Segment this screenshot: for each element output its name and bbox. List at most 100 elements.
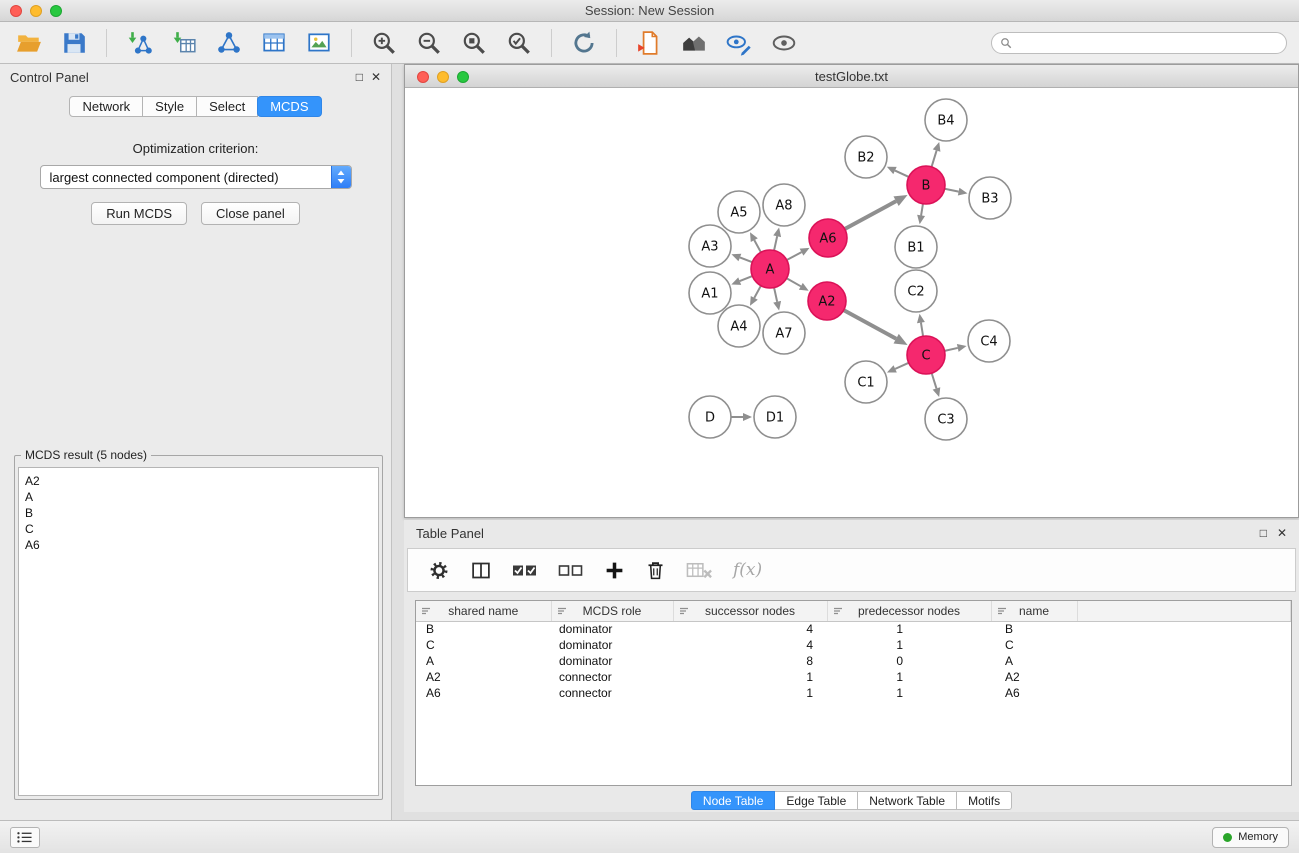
criterion-dropdown[interactable]: largest connected component (directed) bbox=[40, 165, 352, 189]
table-cell[interactable]: C bbox=[991, 637, 1077, 653]
result-item[interactable]: A bbox=[25, 489, 372, 505]
table-cell[interactable]: 1 bbox=[827, 685, 991, 701]
table-cell[interactable]: dominator bbox=[551, 637, 673, 653]
graph-edge[interactable] bbox=[895, 363, 908, 369]
tab-select[interactable]: Select bbox=[196, 96, 258, 117]
show-columns-button[interactable] bbox=[470, 560, 492, 581]
table-cell[interactable]: 1 bbox=[673, 669, 827, 685]
zoom-network-window-button[interactable] bbox=[457, 71, 469, 83]
function-builder-button[interactable]: f(x) bbox=[733, 560, 762, 580]
graph-edge[interactable] bbox=[754, 286, 761, 298]
column-header-predecessor-nodes[interactable]: predecessor nodes bbox=[827, 601, 991, 621]
graph-edge[interactable] bbox=[740, 257, 752, 262]
zoom-fit-button[interactable] bbox=[457, 27, 491, 59]
import-network-button[interactable] bbox=[122, 27, 156, 59]
home-view-button[interactable] bbox=[677, 27, 711, 59]
deselect-all-columns-button[interactable] bbox=[558, 560, 584, 581]
table-cell[interactable]: 0 bbox=[827, 653, 991, 669]
run-mcds-button[interactable]: Run MCDS bbox=[91, 202, 187, 225]
graph-edge[interactable] bbox=[774, 288, 777, 302]
table-row[interactable]: A2connector11A2 bbox=[416, 669, 1291, 685]
new-network-button[interactable] bbox=[212, 27, 246, 59]
table-cell[interactable]: B bbox=[416, 621, 551, 637]
column-header-successor-nodes[interactable]: successor nodes bbox=[673, 601, 827, 621]
export-image-button[interactable] bbox=[302, 27, 336, 59]
graph-edge[interactable] bbox=[932, 151, 937, 167]
table-cell[interactable]: connector bbox=[551, 669, 673, 685]
graph-edge[interactable] bbox=[932, 373, 937, 388]
search-input[interactable] bbox=[1017, 36, 1278, 50]
graph-edge[interactable] bbox=[754, 240, 761, 252]
table-cell[interactable]: A2 bbox=[991, 669, 1077, 685]
delete-table-button[interactable] bbox=[686, 560, 713, 581]
table-cell[interactable]: 8 bbox=[673, 653, 827, 669]
column-header-mcds-role[interactable]: MCDS role bbox=[551, 601, 673, 621]
open-session-button[interactable] bbox=[12, 27, 46, 59]
graph-edge[interactable] bbox=[740, 276, 753, 281]
column-header-shared-name[interactable]: shared name bbox=[416, 601, 551, 621]
zoom-in-button[interactable] bbox=[367, 27, 401, 59]
graph-edge[interactable] bbox=[945, 189, 959, 192]
search-box[interactable] bbox=[991, 32, 1287, 54]
table-row[interactable]: Adominator80A bbox=[416, 653, 1291, 669]
result-item[interactable]: C bbox=[25, 521, 372, 537]
network-canvas[interactable]: AA1A2A3A4A5A6A7A8BB1B2B3B4CC1C2C3C4DD1 bbox=[405, 88, 1298, 517]
table-cell[interactable]: A6 bbox=[991, 685, 1077, 701]
table-cell[interactable]: 4 bbox=[673, 637, 827, 653]
memory-button[interactable]: Memory bbox=[1212, 827, 1289, 848]
open-file-dialog-button[interactable] bbox=[632, 27, 666, 59]
tab-node-table[interactable]: Node Table bbox=[691, 791, 776, 810]
table-cell[interactable]: 1 bbox=[827, 669, 991, 685]
table-settings-button[interactable] bbox=[428, 560, 450, 581]
close-table-panel-button[interactable]: ✕ bbox=[1277, 527, 1287, 539]
tab-network-table[interactable]: Network Table bbox=[857, 791, 957, 810]
table-cell[interactable]: B bbox=[991, 621, 1077, 637]
new-table-button[interactable] bbox=[257, 27, 291, 59]
zoom-out-button[interactable] bbox=[412, 27, 446, 59]
apply-layout-button[interactable] bbox=[567, 27, 601, 59]
table-row[interactable]: Bdominator41B bbox=[416, 621, 1291, 637]
graph-edge[interactable] bbox=[787, 278, 801, 286]
save-session-button[interactable] bbox=[57, 27, 91, 59]
column-header-name[interactable]: name bbox=[991, 601, 1077, 621]
select-all-columns-button[interactable] bbox=[512, 560, 538, 581]
table-cell[interactable]: 4 bbox=[673, 621, 827, 637]
annotation-mode-button[interactable] bbox=[722, 27, 756, 59]
result-item[interactable]: A6 bbox=[25, 537, 372, 553]
table-cell[interactable]: connector bbox=[551, 685, 673, 701]
tab-network[interactable]: Network bbox=[69, 96, 143, 117]
minimize-network-window-button[interactable] bbox=[437, 71, 449, 83]
result-item[interactable]: A2 bbox=[25, 473, 372, 489]
float-table-panel-button[interactable]: □ bbox=[1260, 527, 1267, 539]
table-cell[interactable]: dominator bbox=[551, 653, 673, 669]
table-cell[interactable]: 1 bbox=[827, 621, 991, 637]
import-table-button[interactable] bbox=[167, 27, 201, 59]
table-cell[interactable]: A bbox=[416, 653, 551, 669]
tab-motifs[interactable]: Motifs bbox=[956, 791, 1012, 810]
show-hide-button[interactable] bbox=[767, 27, 801, 59]
table-cell[interactable]: A2 bbox=[416, 669, 551, 685]
zoom-selected-button[interactable] bbox=[502, 27, 536, 59]
graph-edge[interactable] bbox=[921, 204, 923, 216]
delete-column-button[interactable] bbox=[645, 560, 666, 581]
table-cell[interactable]: 1 bbox=[827, 637, 991, 653]
float-control-panel-button[interactable]: □ bbox=[356, 71, 363, 83]
result-item[interactable]: B bbox=[25, 505, 372, 521]
tab-edge-table[interactable]: Edge Table bbox=[774, 791, 858, 810]
tab-style[interactable]: Style bbox=[142, 96, 197, 117]
table-row[interactable]: Cdominator41C bbox=[416, 637, 1291, 653]
graph-edge[interactable] bbox=[895, 171, 909, 177]
graph-edge[interactable] bbox=[921, 323, 923, 337]
zoom-window-button[interactable] bbox=[50, 5, 62, 17]
tab-mcds[interactable]: MCDS bbox=[257, 96, 321, 117]
graph-edge[interactable] bbox=[845, 201, 896, 229]
table-cell[interactable]: 1 bbox=[673, 685, 827, 701]
table-row[interactable]: A6connector11A6 bbox=[416, 685, 1291, 701]
minimize-window-button[interactable] bbox=[30, 5, 42, 17]
create-column-button[interactable] bbox=[604, 560, 625, 581]
graph-edge[interactable] bbox=[844, 310, 896, 339]
close-control-panel-button[interactable]: ✕ bbox=[371, 71, 381, 83]
task-history-button[interactable] bbox=[10, 827, 40, 848]
close-mcds-panel-button[interactable]: Close panel bbox=[201, 202, 300, 225]
graph-edge[interactable] bbox=[774, 236, 777, 250]
